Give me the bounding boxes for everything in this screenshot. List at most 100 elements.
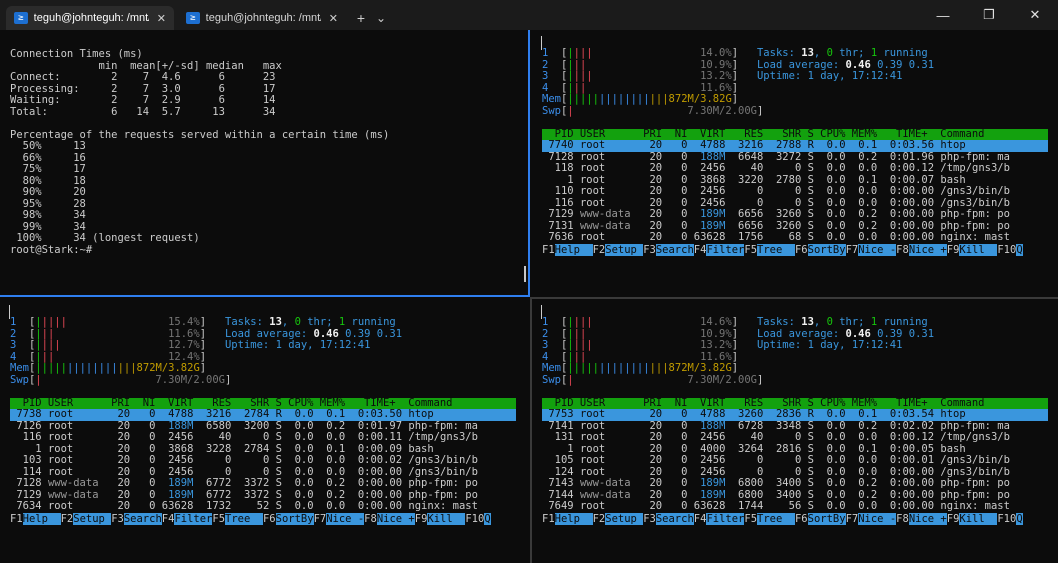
fkey-label[interactable]: Help	[22, 512, 61, 525]
fkey-label[interactable]: Search	[655, 512, 694, 525]
fkey-label[interactable]: Filter	[174, 512, 213, 525]
fkey-f7[interactable]: F7	[846, 513, 859, 525]
pid: 116	[542, 196, 574, 209]
fkey-f1[interactable]: F1	[542, 513, 555, 525]
tab-1-close-icon[interactable]: ✕	[157, 12, 166, 25]
fkey-label[interactable]: Help	[554, 512, 593, 525]
fkey-f3[interactable]: F3	[643, 244, 656, 256]
terminal-pane-htop-2[interactable]: 1 [||||| 15.4%] Tasks: 13, 0 thr; 1 runn…	[0, 299, 530, 563]
fkey-label[interactable]: Nice +	[908, 512, 947, 525]
fkey-f7[interactable]: F7	[314, 513, 327, 525]
tab-2[interactable]: ≥ teguh@johnteguh: /mnt/c/Use ✕	[178, 6, 346, 30]
terminal-pane-htop-1[interactable]: 1 [|||| 14.0%] Tasks: 13, 0 thr; 1 runni…	[532, 30, 1058, 297]
tab-2-close-icon[interactable]: ✕	[329, 12, 338, 25]
fkey-f8[interactable]: F8	[896, 513, 909, 525]
shr: 3400	[769, 477, 802, 489]
user: root	[579, 431, 631, 443]
terminal-pane-htop-3[interactable]: 1 [|||| 14.6%] Tasks: 13, 0 thr; 1 runni…	[532, 299, 1058, 563]
fkey-f8[interactable]: F8	[896, 244, 909, 256]
fkey-f4[interactable]: F4	[162, 513, 175, 525]
bracket: ]	[756, 104, 764, 117]
load-5: 0.39	[877, 58, 903, 71]
fkey-label[interactable]: Q	[1016, 243, 1023, 256]
fkey-label[interactable]: Setup	[605, 512, 644, 525]
tab-1[interactable]: ≥ teguh@johnteguh: /mnt/c/Us ✕	[6, 6, 174, 30]
fkey-f5[interactable]: F5	[744, 513, 757, 525]
terminal-pane-ab[interactable]: Connection Times (ms) min mean[+/-sd] me…	[0, 30, 530, 297]
fkey-f1[interactable]: F1	[10, 513, 23, 525]
fkey-label[interactable]: Nice -	[326, 512, 365, 525]
fkey-label[interactable]: SortBy	[807, 243, 846, 256]
fkey-label[interactable]: Search	[123, 512, 162, 525]
process-row[interactable]: 7634 root 20 0 63628 1732 52 S 0.0 0.0 0…	[10, 500, 516, 513]
fkey-f6[interactable]: F6	[795, 244, 808, 256]
fkey-f7[interactable]: F7	[846, 244, 859, 256]
minimize-button[interactable]: —	[920, 0, 966, 30]
time: 0:00.05	[883, 442, 935, 455]
fkey-label[interactable]: Tree	[225, 512, 263, 525]
new-tab-button[interactable]: +	[350, 6, 372, 30]
fkey-label[interactable]: Tree	[757, 243, 795, 256]
fkey-label[interactable]: Filter	[706, 243, 745, 256]
fkey-f9[interactable]: F9	[947, 244, 960, 256]
fkey-f5[interactable]: F5	[744, 244, 757, 256]
command: php-fpm: po	[408, 477, 478, 489]
fkey-label[interactable]: Kill	[959, 243, 998, 256]
fkey-label[interactable]: Help	[554, 243, 593, 256]
fkey-f10[interactable]: F10	[997, 513, 1016, 525]
fkey-f10[interactable]: F10	[465, 513, 484, 525]
time: 0:00.00	[883, 488, 935, 501]
fkey-f4[interactable]: F4	[694, 513, 707, 525]
fkey-label[interactable]: Q	[484, 512, 491, 525]
virt: 188M	[161, 419, 194, 432]
fkey-f2[interactable]: F2	[593, 513, 606, 525]
process-row[interactable]: 7636 root 20 0 63628 1756 68 S 0.0 0.0 0…	[542, 231, 1048, 244]
fkey-label[interactable]: Nice +	[908, 243, 947, 256]
fkey-f6[interactable]: F6	[263, 513, 276, 525]
fkey-f1[interactable]: F1	[542, 244, 555, 256]
fkey-label[interactable]: Setup	[605, 243, 644, 256]
fkey-label[interactable]: Kill	[959, 512, 998, 525]
uptime-label: Uptime:	[756, 339, 808, 351]
fkey-label[interactable]: Kill	[427, 512, 466, 525]
cpu-percent: 0.0	[820, 431, 846, 443]
fkey-f9[interactable]: F9	[415, 513, 428, 525]
mem-label: Mem	[542, 93, 561, 105]
fkey-label[interactable]: Nice -	[858, 243, 897, 256]
pane-divider[interactable]	[530, 297, 532, 563]
tab-dropdown-button[interactable]: ⌄	[372, 6, 390, 30]
fkey-f5[interactable]: F5	[212, 513, 225, 525]
fkey-f6[interactable]: F6	[795, 513, 808, 525]
fkey-f8[interactable]: F8	[364, 513, 377, 525]
fkey-f10[interactable]: F10	[997, 244, 1016, 256]
fkey-label[interactable]: SortBy	[807, 512, 846, 525]
command: nginx: mast	[940, 500, 1010, 512]
fkey-label[interactable]: Q	[1016, 512, 1023, 525]
pane-divider[interactable]	[532, 297, 1058, 299]
fkey-label[interactable]: Nice -	[858, 512, 897, 525]
fkey-label[interactable]: Nice +	[376, 512, 415, 525]
fkey-f3[interactable]: F3	[111, 513, 124, 525]
ab-line: 90% 20	[10, 186, 86, 198]
fkey-label[interactable]: Tree	[757, 512, 795, 525]
process-row[interactable]: 7649 root 20 0 63628 1744 56 S 0.0 0.0 0…	[542, 500, 1048, 513]
fkey-f9[interactable]: F9	[947, 513, 960, 525]
cpu-bar: |||	[567, 82, 586, 94]
fkey-label[interactable]: SortBy	[275, 512, 314, 525]
fkey-f4[interactable]: F4	[694, 244, 707, 256]
maximize-button[interactable]: ❐	[966, 0, 1012, 30]
close-window-button[interactable]: ✕	[1012, 0, 1058, 30]
fkey-f2[interactable]: F2	[593, 244, 606, 256]
powershell-icon: ≥	[186, 12, 200, 24]
fkey-label[interactable]: Filter	[706, 512, 745, 525]
cpu-bar: |||	[35, 328, 54, 340]
fkey-f2[interactable]: F2	[61, 513, 74, 525]
scrollbar-thumb[interactable]	[524, 266, 526, 282]
fkey-label[interactable]: Setup	[73, 512, 112, 525]
fkey-f3[interactable]: F3	[643, 513, 656, 525]
priority: 20	[649, 150, 663, 163]
fkey-label[interactable]: Search	[655, 243, 694, 256]
